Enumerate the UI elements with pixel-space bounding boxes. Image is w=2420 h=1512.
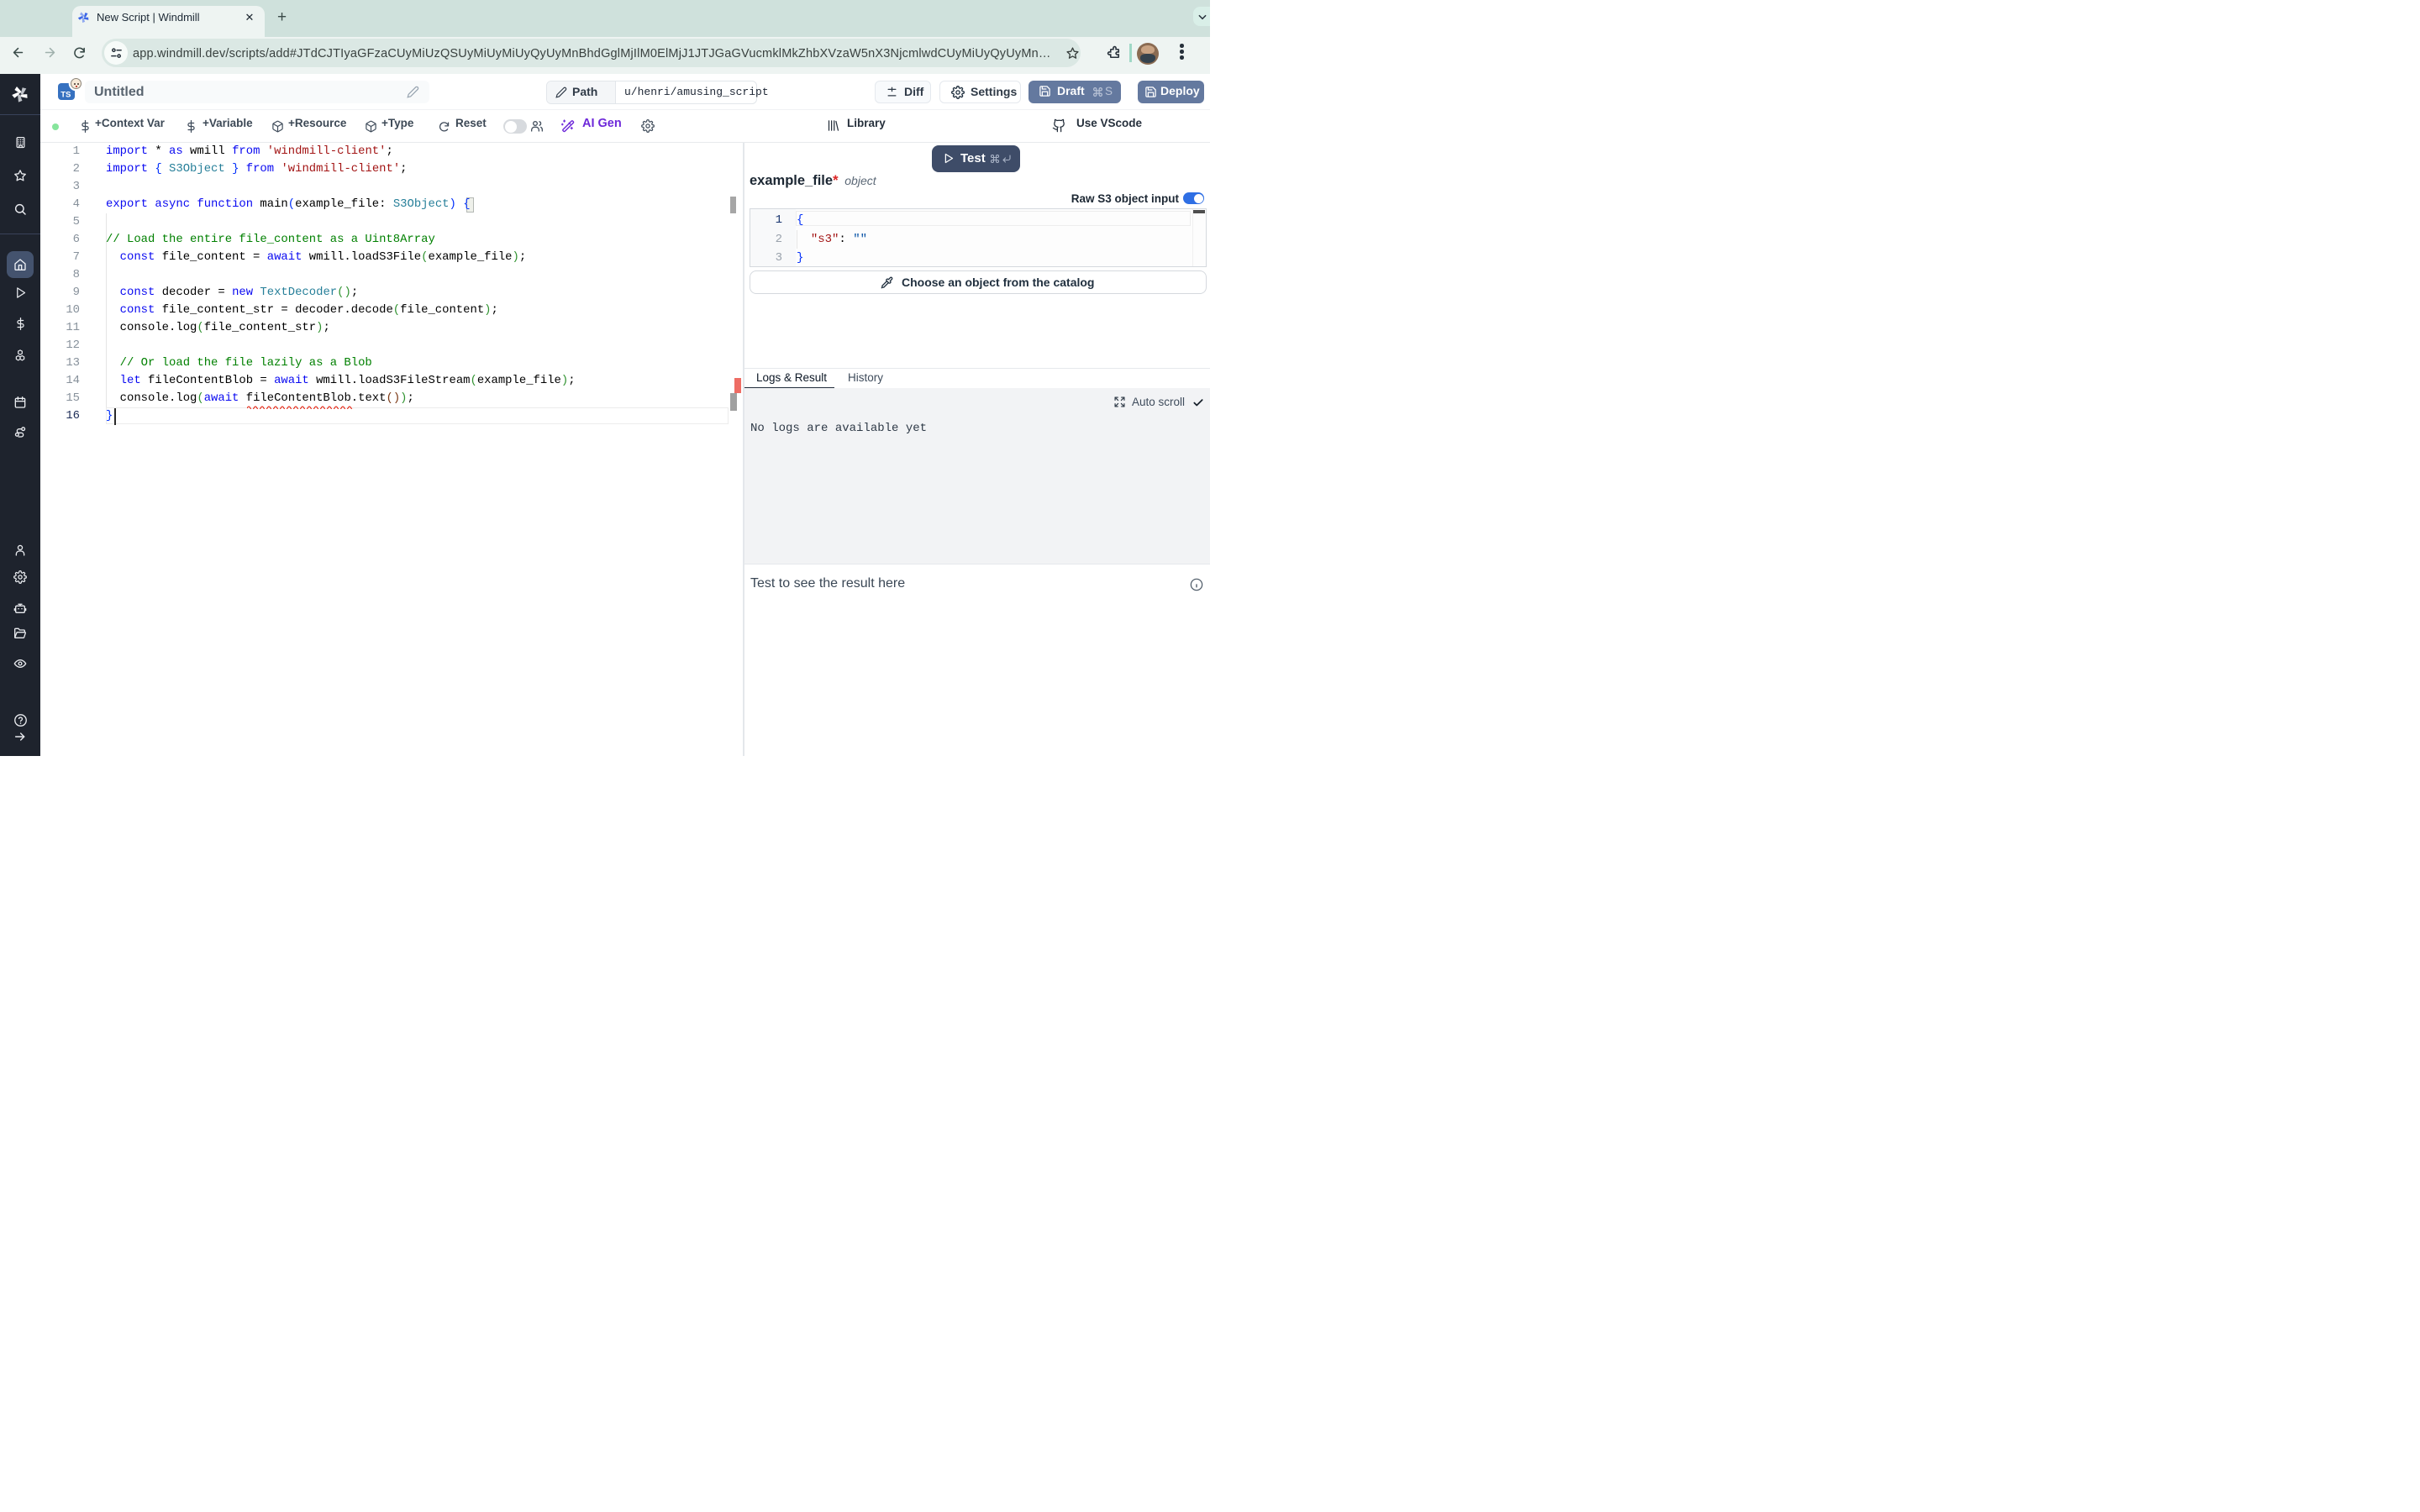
svg-text:TS: TS	[60, 91, 71, 100]
